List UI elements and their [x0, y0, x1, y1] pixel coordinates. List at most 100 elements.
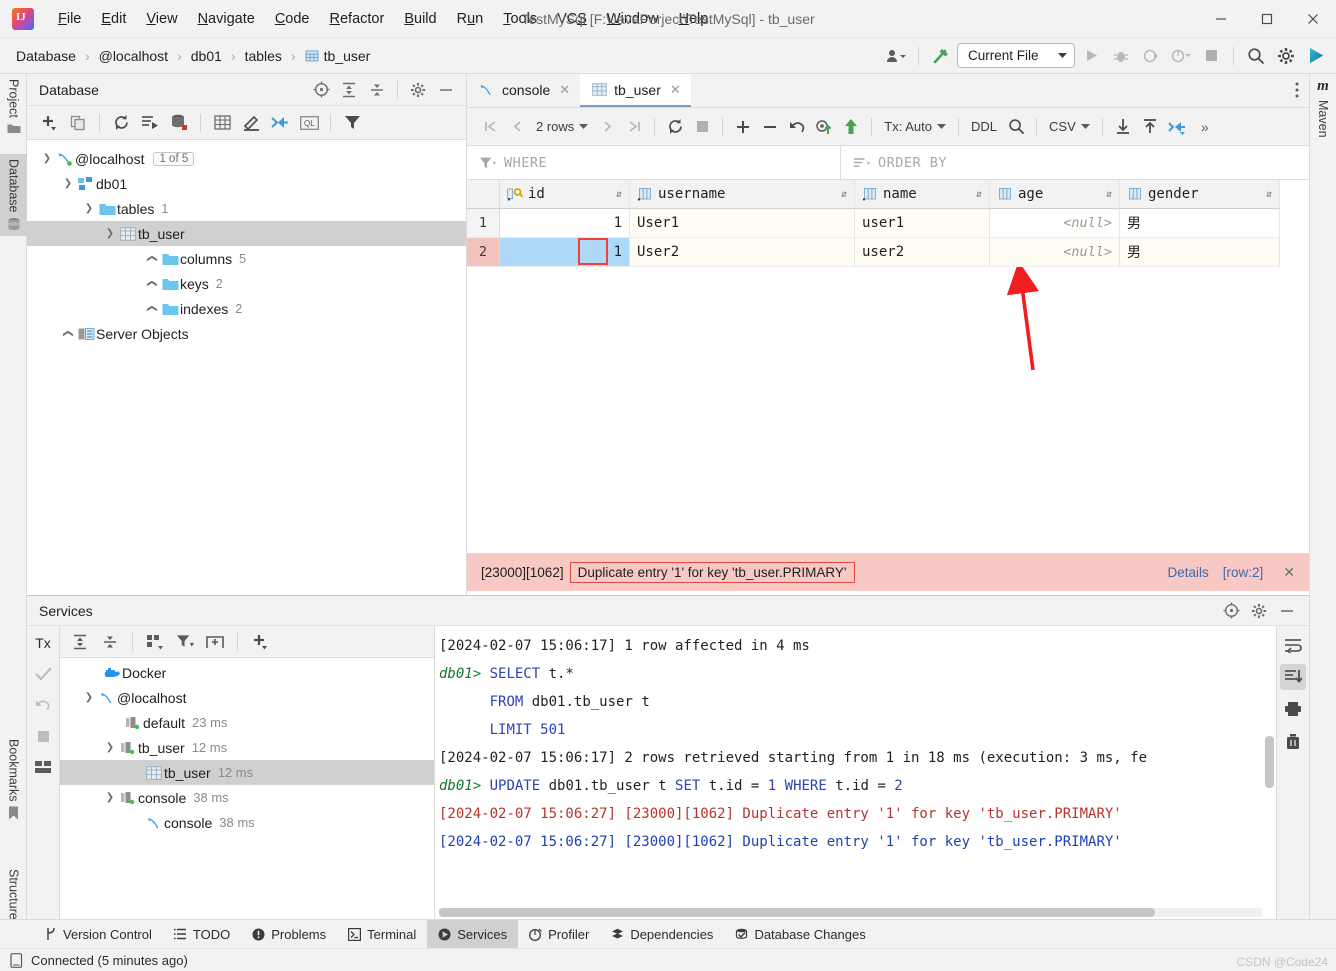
cell-age[interactable]: <null> [990, 209, 1120, 238]
menu-navigate[interactable]: Navigate [188, 7, 265, 31]
chevron-right-icon[interactable]: ❯ [147, 251, 158, 267]
chevron-right-icon[interactable]: ❯ [147, 301, 158, 317]
table-row[interactable]: 2 1 User2 user2 <null> 男 [467, 238, 1309, 267]
bottom-tab-profiler[interactable]: Profiler [518, 920, 600, 949]
error-row-link[interactable]: [row:2] [1223, 565, 1264, 580]
breadcrumb-tb-user[interactable]: tb_user [303, 46, 373, 66]
hide-panel-icon[interactable] [432, 76, 460, 104]
row-number[interactable]: 2 [467, 238, 500, 267]
filter-icon[interactable] [171, 628, 199, 656]
minimize-button[interactable] [1198, 0, 1244, 38]
run-icon[interactable] [1077, 42, 1105, 70]
services-node-console[interactable]: console 38 ms [60, 810, 434, 835]
value-editor-icon[interactable] [1164, 114, 1191, 140]
user-dropdown-icon[interactable] [882, 42, 910, 70]
sort-indicator-icon[interactable]: ⇵ [976, 189, 982, 200]
services-node-default[interactable]: default 23 ms [60, 710, 434, 735]
menu-view[interactable]: View [136, 7, 187, 31]
bottom-tab-problems[interactable]: Problems [241, 920, 337, 949]
filter-icon[interactable] [338, 109, 366, 137]
settings-icon[interactable] [1272, 42, 1300, 70]
reload-icon[interactable] [662, 114, 688, 140]
run-sql-icon[interactable] [136, 109, 164, 137]
scroll-to-end-icon[interactable] [1280, 664, 1306, 690]
bottom-tab-version-control[interactable]: Version Control [34, 920, 163, 949]
sidebar-item-bookmarks[interactable]: Bookmarks [0, 734, 27, 825]
group-by-icon[interactable] [141, 628, 169, 656]
ddl-button[interactable]: DDL [966, 119, 1002, 134]
sort-icon[interactable] [853, 156, 870, 170]
gear-icon[interactable] [1245, 597, 1273, 625]
tree-node-localhost[interactable]: ❯ @localhost 1 of 5 [27, 146, 466, 171]
cell-id[interactable]: 1 [500, 238, 630, 267]
chevron-down-icon[interactable]: ❯ [102, 792, 118, 803]
chevron-right-icon[interactable]: ❯ [147, 276, 158, 292]
first-page-button[interactable] [477, 114, 503, 140]
refresh-icon[interactable] [107, 109, 135, 137]
tree-node-columns[interactable]: ❯ columns 5 [27, 246, 466, 271]
add-icon[interactable] [246, 628, 274, 656]
close-icon[interactable]: ✕ [1277, 564, 1301, 581]
export-icon[interactable] [1137, 114, 1163, 140]
cell-name[interactable]: user2 [855, 238, 990, 267]
stop-icon[interactable] [30, 723, 56, 749]
profile-icon[interactable] [1167, 42, 1195, 70]
chevron-down-icon[interactable]: ❯ [102, 742, 118, 753]
menu-edit[interactable]: Edit [91, 7, 136, 31]
stop-icon[interactable] [689, 114, 715, 140]
cell-gender[interactable]: 男 [1120, 238, 1280, 267]
clear-all-icon[interactable] [1280, 728, 1306, 754]
filter-icon[interactable] [479, 156, 496, 170]
debug-icon[interactable] [1107, 42, 1135, 70]
menu-code[interactable]: Code [265, 7, 320, 31]
jump-to-editor-icon[interactable] [266, 109, 294, 137]
cell-name[interactable]: user1 [855, 209, 990, 238]
table-row[interactable]: 1 1 User1 user1 <null> 男 [467, 209, 1309, 238]
row-number[interactable]: 1 [467, 209, 500, 238]
query-console-icon[interactable]: QL [295, 109, 323, 137]
services-node-localhost[interactable]: ❯ @localhost [60, 685, 434, 710]
search-everywhere-icon[interactable] [1242, 42, 1270, 70]
breadcrumb-tables[interactable]: tables [243, 46, 284, 66]
sync-db-icon[interactable] [165, 109, 193, 137]
csv-format-selector[interactable]: CSV [1044, 119, 1095, 134]
column-header-id[interactable]: id ⇵ [500, 180, 630, 209]
preview-changes-icon[interactable] [811, 114, 837, 140]
soft-wrap-icon[interactable] [1280, 632, 1306, 658]
hide-panel-icon[interactable] [1273, 597, 1301, 625]
tree-node-db01[interactable]: ❯ db01 [27, 171, 466, 196]
bottom-tab-terminal[interactable]: Terminal [337, 920, 427, 949]
row-count-selector[interactable]: 2 rows [531, 119, 593, 134]
column-header-age[interactable]: age ⇵ [990, 180, 1120, 209]
collapse-all-icon[interactable] [363, 76, 391, 104]
sort-indicator-icon[interactable]: ⇵ [1106, 189, 1112, 200]
modify-icon[interactable] [237, 109, 265, 137]
layout-icon[interactable] [30, 754, 56, 780]
error-details-link[interactable]: Details [1167, 565, 1208, 580]
search-icon[interactable] [1003, 114, 1029, 140]
last-page-button[interactable] [621, 114, 647, 140]
add-icon[interactable] [35, 109, 63, 137]
services-node-tb-user-result[interactable]: tb_user 12 ms [60, 760, 434, 785]
order-by-input[interactable]: ORDER BY [841, 146, 959, 179]
where-filter-input[interactable]: WHERE [467, 146, 841, 179]
import-icon[interactable] [1110, 114, 1136, 140]
transaction-mode-selector[interactable]: Tx: Auto [879, 119, 951, 134]
chevron-right-icon[interactable]: ❯ [63, 326, 74, 342]
expand-all-icon[interactable] [66, 628, 94, 656]
services-node-console-session[interactable]: ❯ console 38 ms [60, 785, 434, 810]
sidebar-item-database[interactable]: Database [0, 154, 27, 236]
rollback-icon[interactable] [30, 692, 56, 718]
hammer-build-icon[interactable] [927, 42, 955, 70]
sidebar-item-project[interactable]: Project [0, 74, 27, 139]
commit-icon[interactable] [30, 661, 56, 687]
table-editor-icon[interactable] [208, 109, 236, 137]
scroll-from-source-icon[interactable] [307, 76, 335, 104]
close-button[interactable] [1290, 0, 1336, 38]
tree-node-indexes[interactable]: ❯ indexes 2 [27, 296, 466, 321]
bottom-tab-todo[interactable]: TODO [163, 920, 241, 949]
tree-node-tb-user[interactable]: ❯ tb_user [27, 221, 466, 246]
expand-all-icon[interactable] [335, 76, 363, 104]
bottom-tab-dependencies[interactable]: Dependencies [600, 920, 724, 949]
breadcrumb-db01[interactable]: db01 [189, 46, 224, 66]
